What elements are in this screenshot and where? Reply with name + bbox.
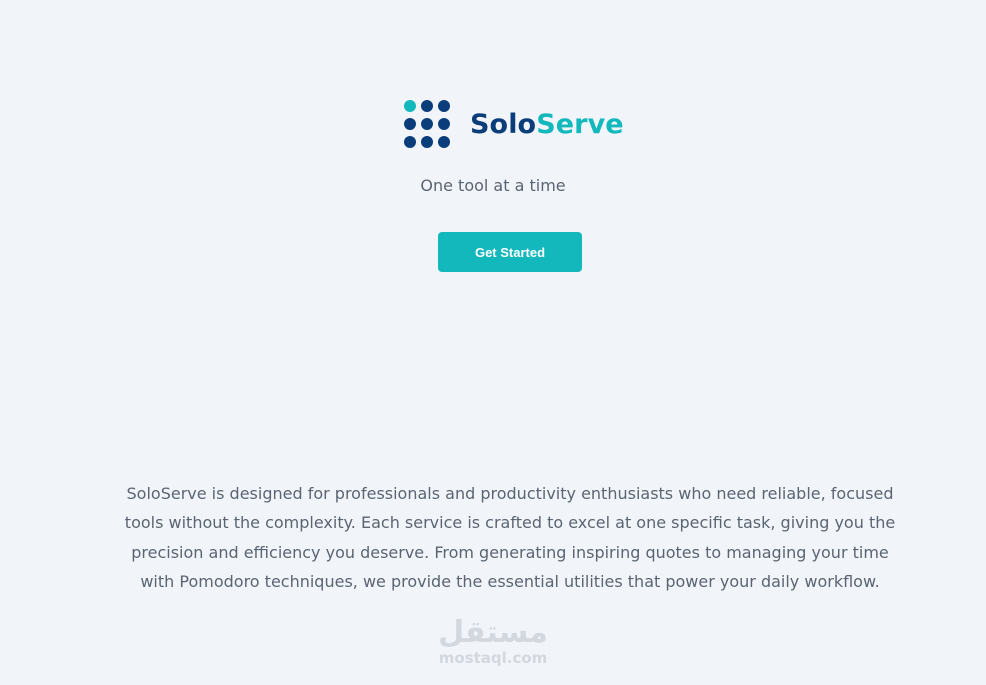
- about-description: SoloServe is designed for professionals …: [124, 484, 896, 591]
- brand-name: SoloServe: [470, 111, 624, 138]
- hero-tagline: One tool at a time: [420, 176, 566, 195]
- brand-name-part-1: Solo: [470, 108, 537, 140]
- logo-dot: [421, 118, 433, 130]
- brand-logo[interactable]: SoloServe: [404, 99, 624, 149]
- logo-dot: [421, 136, 433, 148]
- logo-dot: [404, 100, 416, 112]
- get-started-button[interactable]: Get Started: [438, 232, 582, 272]
- dot-grid-icon: [404, 100, 450, 148]
- logo-dot: [438, 136, 450, 148]
- watermark-latin: mostaql.com: [438, 649, 548, 667]
- logo-dot: [438, 100, 450, 112]
- logo-dot: [404, 136, 416, 148]
- logo-dot: [421, 100, 433, 112]
- brand-name-part-2: Serve: [536, 108, 624, 140]
- mostaql-watermark: مستقل mostaql.com: [430, 617, 556, 673]
- logo-dot: [404, 118, 416, 130]
- watermark-arabic: مستقل: [438, 615, 548, 650]
- logo-dot: [438, 118, 450, 130]
